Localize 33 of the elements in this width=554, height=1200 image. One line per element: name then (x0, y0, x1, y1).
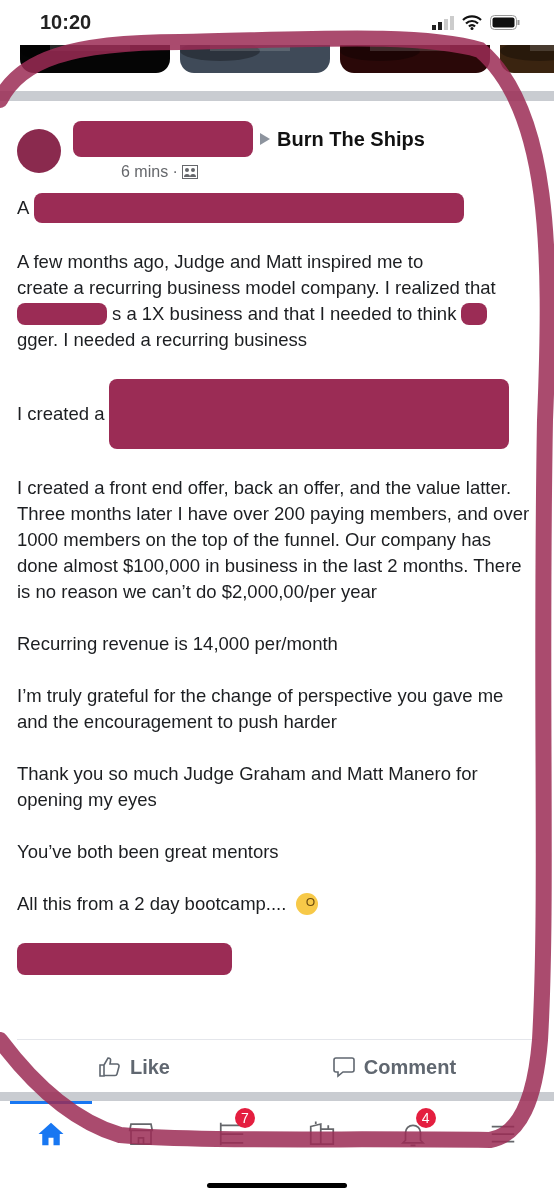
post-text: Recurring revenue is 14,000 per/month (17, 632, 338, 656)
emoji-icon (295, 892, 320, 916)
post-text: You’ve both been great mentors (17, 840, 279, 864)
battery-icon (490, 15, 520, 30)
post-text: All this from a 2 day bootcamp.... (17, 892, 287, 916)
speech-bubble-icon (331, 1055, 356, 1079)
post-text: I created a front end offer, back an offer, and the value latter. Three months later I have over 200 paying members, and over 1000 members on the top of the funnel. Our company has done almost $100,000 in business in the last 2 months. There is no reason we can’t do $2,000,00/per year (17, 476, 531, 604)
status-time: 10:20 (40, 11, 92, 34)
post-text: create a recurring business model company. I realized (17, 276, 460, 300)
post-text: gger. I needed a recurring business (17, 328, 308, 352)
comment-button[interactable]: Comment (325, 1054, 463, 1080)
group-name[interactable]: Burn The Ships (277, 127, 425, 151)
group-icon (181, 165, 198, 179)
notification-badge: 7 (234, 1108, 255, 1128)
caret-icon (259, 132, 271, 146)
post-time: 6 mins · (121, 163, 178, 181)
redaction-mark (461, 303, 488, 325)
tab-bar-item[interactable]: 7 (190, 1101, 273, 1163)
post-text: s a 1X business and that I needed to (112, 302, 413, 326)
like-button[interactable]: Like (91, 1054, 176, 1080)
post-text: I created a (17, 402, 105, 426)
tab-bar-item[interactable]: 4 (371, 1101, 454, 1163)
avatar[interactable] (17, 129, 61, 173)
thumbs-up-icon (97, 1055, 122, 1079)
post-text: A few months ago, Judge and Matt inspired me to (17, 250, 424, 274)
notification-badge: 4 (415, 1108, 436, 1128)
post-text: that (464, 276, 496, 300)
post-text: I’m truly grateful for the change of perspective you gave me and the encouragement to push harder (17, 684, 505, 734)
wifi-icon (462, 15, 482, 30)
post-text: think (417, 302, 457, 326)
post-text: Thank you so much Judge Graham and Matt Manero for opening my eyes (17, 762, 479, 812)
post-text: A (17, 196, 30, 220)
signal-icon (432, 15, 454, 30)
